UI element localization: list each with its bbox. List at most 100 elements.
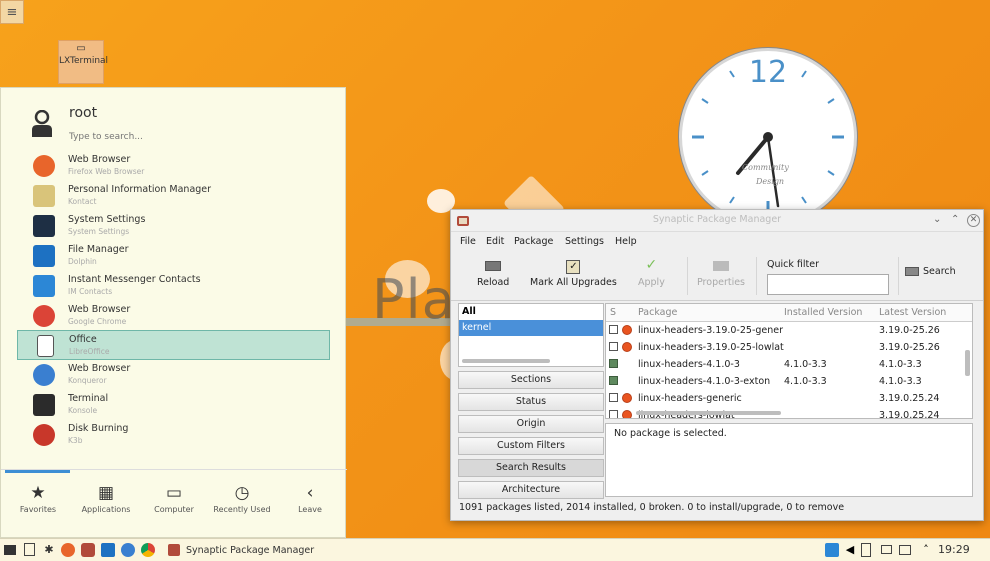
quick-filter-input[interactable] [767,274,889,295]
launcher-tab-leave[interactable]: ‹ Leave [276,483,344,514]
properties-button[interactable]: Properties [697,257,745,288]
launcher-tab-favorites[interactable]: ★ Favorites [4,483,72,514]
desktop-icon-lxterminal[interactable]: ▭ LXTerminal [58,40,108,84]
launcher-app-item[interactable]: Disk Burning K3b [17,420,330,450]
launcher-app-item[interactable]: File Manager Dolphin [17,241,330,271]
sections-button[interactable]: Sections [458,371,604,389]
app-name: Office [69,334,97,346]
launcher-tab-computer[interactable]: ▭ Computer [140,483,208,514]
network-icon[interactable] [899,545,911,555]
menu-help[interactable]: Help [615,236,637,247]
launcher-app-item[interactable]: Web Browser Konqueror [17,360,330,390]
package-row[interactable]: linux-headers-3.19.0-25-lowlat 3.19.0-25.… [606,339,972,356]
search-results-button[interactable]: Search Results [458,459,604,477]
launcher-app-item[interactable]: Terminal Konsole [17,390,330,420]
volume-icon[interactable]: ◀ [843,543,857,557]
chevron-down-icon[interactable]: ⌄ [933,214,941,225]
column-installed-version[interactable]: Installed Version [784,307,862,318]
notification-icon[interactable] [825,543,839,557]
konqueror-icon[interactable] [121,543,135,557]
column-latest-version[interactable]: Latest Version [879,307,946,318]
launcher-app-item[interactable]: Personal Information Manager Kontact [17,181,330,211]
clock-brand: Community [742,163,789,172]
kde-icon[interactable]: ✱ [42,543,56,557]
firefox-icon [33,155,55,177]
synaptic-icon [168,544,180,556]
launcher-tab-applications[interactable]: ▦ Applications [72,483,140,514]
close-icon[interactable]: ✕ [967,214,980,227]
desktop-menu-button[interactable]: ≡ [0,0,24,24]
package-checkbox[interactable] [609,325,618,334]
taskbar-clock[interactable]: 19:29 [938,543,970,556]
clipboard-icon[interactable] [861,543,871,557]
latest-version: 4.1.0-3.3 [879,359,922,370]
origin-button[interactable]: Origin [458,415,604,433]
package-checkbox[interactable] [609,393,618,402]
app-name: File Manager [68,243,129,255]
vertical-scrollbar[interactable] [965,350,970,376]
tab-label: Recently Used [213,505,271,514]
taskbar-task-synaptic[interactable]: Synaptic Package Manager [162,542,376,559]
chevron-up-icon[interactable]: ˄ [919,543,933,557]
package-row[interactable]: linux-headers-4.1.0-3-exton 4.1.0-3.3 4.1.… [606,373,972,390]
k3b-icon [33,424,55,447]
launcher-app-item[interactable]: Web Browser Firefox Web Browser [17,151,330,181]
filter-list: All kernel [458,303,604,367]
app-description: Konsole [68,406,98,416]
reload-button[interactable]: Reload [477,257,509,288]
document-icon[interactable] [24,543,35,556]
column-status[interactable]: S [610,307,616,318]
search-button[interactable]: Search [905,266,956,277]
horizontal-scrollbar[interactable] [636,411,781,415]
package-row[interactable]: linux-headers-4.1.0-3 4.1.0-3.3 4.1.0-3.3 [606,356,972,373]
toolbar-separator [756,257,757,295]
launcher-tab-recently-used[interactable]: ◷ Recently Used [208,483,276,514]
selected-tab-indicator [5,470,70,473]
column-package[interactable]: Package [638,307,677,318]
analog-clock-widget: 12 Community Design [679,48,857,226]
package-row[interactable]: linux-headers-3.19.0-25-gener 3.19.0-25.2… [606,322,972,339]
reload-label: Reload [477,277,510,288]
custom-filters-button[interactable]: Custom Filters [458,437,604,455]
firefox-icon[interactable] [61,543,75,557]
launcher-app-item[interactable]: Instant Messenger Contacts IM Contacts [17,271,330,301]
package-checkbox[interactable] [609,359,618,368]
launcher-app-item[interactable]: System Settings System Settings [17,211,330,241]
title-bar[interactable]: Synaptic Package Manager ⌄ ⌃ ✕ [451,210,983,232]
mark-all-upgrades-button[interactable]: ✓ Mark All Upgrades [530,257,617,288]
chrome-icon[interactable] [141,543,155,557]
app-description: Dolphin [68,256,97,266]
architecture-button[interactable]: Architecture [458,481,604,499]
app-name: Web Browser [68,363,131,375]
menu-package[interactable]: Package [514,236,553,247]
launcher-app-item[interactable]: Web Browser Google Chrome [17,301,330,331]
menu-file[interactable]: File [460,236,476,247]
launcher-search-input[interactable] [69,132,269,142]
taskbar: ✱ Synaptic Package Manager ◀ ˄ 19:29 [0,538,990,561]
latest-version: 3.19.0.25.24 [879,410,940,419]
dolphin-icon[interactable] [101,543,115,557]
filter-item-kernel[interactable]: kernel [459,320,603,336]
package-checkbox[interactable] [609,342,618,351]
apply-button[interactable]: ✓ Apply [638,257,665,288]
package-checkbox[interactable] [609,410,618,418]
show-desktop-icon[interactable] [4,545,16,555]
window-title: Synaptic Package Manager [652,214,782,225]
package-row[interactable]: linux-headers-generic 3.19.0.25.24 [606,390,972,407]
menu-settings[interactable]: Settings [565,236,604,247]
synaptic-icon[interactable] [81,543,95,557]
horizontal-scrollbar[interactable] [462,359,550,363]
devices-icon[interactable] [881,545,892,554]
app-description: Firefox Web Browser [68,167,145,176]
package-list-header: S Package Installed Version Latest Versi… [606,304,972,322]
document-icon [37,335,54,358]
app-description: Konqueror [68,376,107,386]
launcher-app-item[interactable]: Office LibreOffice [17,330,330,361]
filter-item-all[interactable]: All [459,304,603,320]
package-checkbox[interactable] [609,376,618,385]
menu-edit[interactable]: Edit [486,236,504,247]
status-button[interactable]: Status [458,393,604,411]
application-launcher: root Web Browser Firefox Web Browser Perso… [0,87,347,538]
menu-bar: File Edit Package Settings Help [451,232,983,252]
chevron-up-icon[interactable]: ⌃ [951,214,959,225]
